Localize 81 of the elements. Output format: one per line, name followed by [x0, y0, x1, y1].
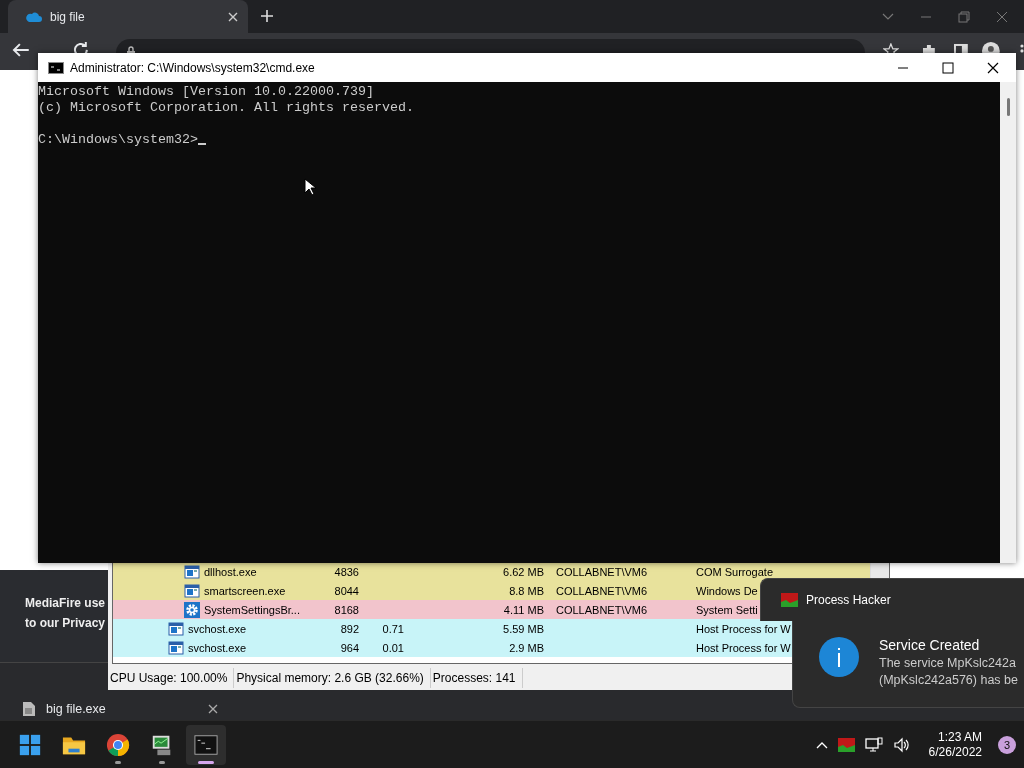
notification-header-toast[interactable]: Process Hacker — [760, 578, 1024, 621]
window-icon — [168, 620, 184, 637]
table-cell: COM Surrogate — [696, 565, 774, 578]
table-cell: dllhost.exe — [204, 565, 257, 578]
notification-title: Service Created — [879, 637, 981, 653]
taskbar-button[interactable] — [186, 724, 226, 765]
table-cell: 2.9 MB — [509, 641, 544, 654]
browser-icon — [106, 732, 130, 757]
console-line: (c) Microsoft Corporation. All rights reserved. — [38, 100, 415, 116]
table-cell: COLLABNET\VM6 — [556, 565, 648, 578]
running-indicator — [159, 760, 165, 764]
running-indicator — [198, 760, 214, 764]
scrollbar[interactable] — [1000, 82, 1016, 563]
restore-icon[interactable] — [958, 10, 970, 23]
window-icon — [168, 639, 184, 656]
table-cell: Windows De — [696, 584, 758, 597]
puzzle-icon[interactable] — [920, 43, 937, 53]
status-text: Physical memory: 2.6 GB (32.66%) — [234, 668, 431, 689]
process-monitor-icon[interactable] — [837, 737, 855, 752]
table-cell: smartscreen.exe — [204, 584, 286, 597]
close-icon[interactable] — [987, 61, 999, 74]
notification-badge[interactable]: 3 — [998, 735, 1016, 754]
table-cell: 964 — [340, 641, 359, 654]
table-cell: SystemSettingsBr... — [204, 603, 300, 616]
banner-text: MediaFire use — [25, 596, 107, 610]
download-item[interactable]: big file.exe — [0, 701, 218, 717]
table-cell: 8168 — [334, 603, 359, 616]
window-icon — [184, 582, 200, 599]
running-indicator — [115, 760, 121, 764]
window-icon — [184, 563, 200, 580]
process-monitor-icon — [781, 593, 798, 607]
file-icon — [22, 701, 36, 717]
new-tab-icon[interactable] — [260, 9, 274, 23]
notification-text: (MpKslc242a576) has be — [879, 673, 1018, 687]
status-text: CPU Usage: 100.00% — [108, 668, 235, 689]
table-cell: Host Process for W — [696, 641, 791, 654]
cloud-icon — [26, 10, 42, 23]
volume-icon[interactable] — [892, 736, 911, 753]
status-text: Processes: 141 — [430, 668, 523, 689]
table-cell: 0.71 — [382, 622, 404, 635]
chevron-up-icon[interactable] — [815, 740, 828, 749]
console-line: Microsoft Windows [Version 10.0.22000.739] — [38, 84, 375, 100]
table-cell: COLLABNET\VM6 — [556, 603, 648, 616]
browser-tab[interactable]: big file — [8, 0, 248, 33]
table-cell: 6.62 MB — [503, 565, 544, 578]
chevron-down-icon[interactable] — [882, 12, 894, 21]
table-cell: svchost.exe — [188, 641, 247, 654]
terminal-icon — [194, 732, 218, 757]
reload-icon[interactable] — [71, 41, 90, 53]
notification-toast[interactable]: Service Created The service MpKslc242a (MpKslc242a576) has be — [792, 621, 1024, 708]
clock[interactable]: 1:23 AM 6/26/2022 — [928, 729, 982, 760]
lock-icon — [125, 46, 136, 53]
sidebar-icon[interactable] — [952, 43, 969, 53]
start-icon — [18, 732, 42, 757]
console-prompt: C:\Windows\system32> — [38, 132, 198, 147]
text-cursor — [197, 143, 206, 145]
info-icon — [819, 637, 859, 677]
table-cell: 8.8 MB — [509, 584, 544, 597]
gear-icon — [184, 601, 200, 618]
window-title: Administrator: C:\Windows\system32\cmd.exe — [70, 60, 316, 75]
table-cell: COLLABNET\VM6 — [556, 584, 648, 597]
table-cell: 892 — [340, 622, 359, 635]
table-cell: 0.01 — [382, 641, 404, 654]
table-cell: 4.11 MB — [503, 603, 544, 616]
mouse-pointer-icon — [304, 178, 316, 196]
notification-text: The service MpKslc242a — [879, 656, 1017, 670]
table-cell: 4836 — [334, 565, 359, 578]
back-arrow-icon[interactable] — [12, 42, 30, 58]
table-cell: 8044 — [334, 584, 359, 597]
banner-text: to our Privacy — [25, 616, 107, 630]
more-menu-icon[interactable] — [1020, 43, 1024, 53]
table-cell: 5.59 MB — [503, 622, 544, 635]
terminal-icon — [48, 61, 64, 74]
download-file-name[interactable]: big file.exe — [46, 702, 106, 716]
network-icon[interactable] — [864, 736, 883, 753]
close-icon[interactable] — [207, 704, 218, 714]
table-cell: System Setti — [696, 603, 758, 616]
maximize-icon[interactable] — [942, 61, 954, 74]
star-icon[interactable] — [883, 43, 899, 53]
table-cell: Host Process for W — [696, 622, 791, 635]
table-cell: svchost.exe — [188, 622, 247, 635]
